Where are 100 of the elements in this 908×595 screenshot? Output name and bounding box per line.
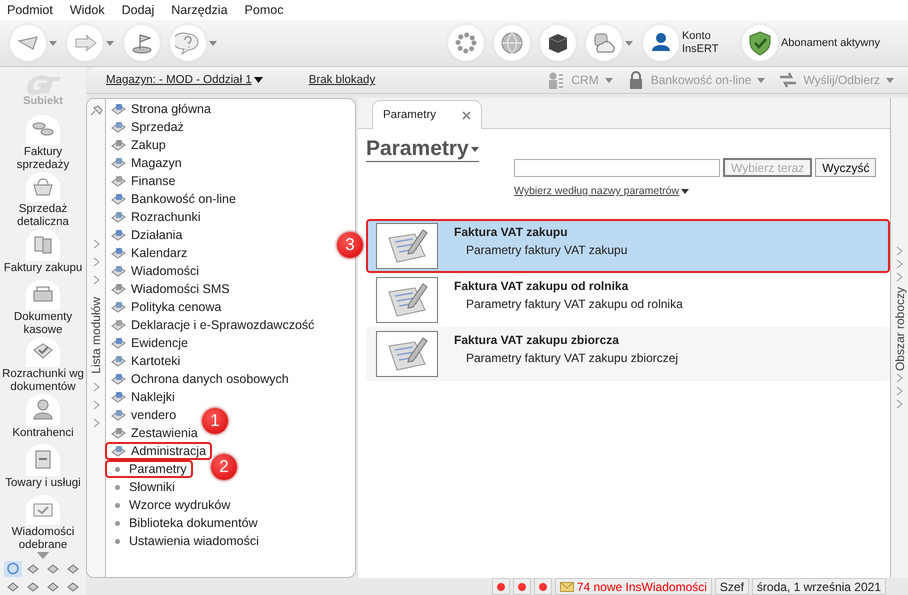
quick-module-button[interactable] (4, 560, 22, 577)
status-light-icon (538, 582, 547, 590)
envelope-icon (560, 582, 574, 592)
chevron-right-icon (92, 418, 100, 428)
module-item[interactable]: Bankowość on-line (105, 190, 242, 208)
menu-item[interactable]: Pomoc (244, 3, 284, 17)
shield-check-icon (748, 30, 772, 56)
module-icon (6, 580, 20, 594)
result-title: Faktura VAT zakupu zbiorcza (454, 333, 620, 347)
search-field[interactable] (514, 158, 720, 176)
module-item[interactable]: Naklejki (105, 388, 181, 406)
subscription-button[interactable] (742, 25, 778, 61)
module-item[interactable]: Zestawienia (105, 424, 204, 442)
sidebar-item[interactable]: Faktury sprzedaży (1, 115, 85, 172)
menu-item[interactable]: Widok (70, 3, 105, 17)
subscription-label[interactable]: Abonament aktywny (780, 36, 880, 50)
chevron-right-icon (92, 382, 100, 392)
module-item[interactable]: Kalendarz (105, 244, 194, 262)
circle-icon (6, 562, 20, 576)
module-subitem[interactable]: Wzorce wydruków (105, 496, 236, 514)
toolbar-button[interactable] (540, 25, 576, 61)
module-icon (110, 335, 126, 351)
bullet-icon (115, 538, 120, 544)
module-icon (110, 227, 126, 243)
panel-title: Lista modułów (89, 297, 103, 374)
caret-icon (757, 78, 766, 82)
person-icon (31, 398, 55, 420)
globe-icon (500, 31, 524, 55)
pin-icon (89, 105, 103, 117)
sidebar-item[interactable]: Dokumenty kasowe (1, 280, 85, 337)
module-icon (110, 389, 126, 405)
toolbar-button[interactable] (124, 25, 160, 61)
account-button[interactable] (642, 25, 679, 61)
caret-icon (470, 146, 479, 152)
module-icon (110, 101, 126, 117)
module-item[interactable]: Rozrachunki (105, 208, 206, 226)
module-item[interactable]: Ochrona danych osobowych (105, 370, 295, 388)
close-icon[interactable] (462, 110, 472, 120)
person-list-icon (547, 70, 566, 90)
result-title: Faktura VAT zakupu (454, 225, 569, 239)
module-icon (46, 562, 60, 576)
messages-status[interactable]: 74 nowe InsWiadomości (554, 578, 712, 595)
caret-icon (106, 40, 114, 46)
chevron-right-icon (896, 398, 903, 409)
module-item[interactable]: vendero (105, 406, 182, 424)
caret-icon (886, 78, 894, 82)
result-description: Parametry faktury VAT zakupu zbiorczej (465, 351, 678, 365)
clear-button[interactable]: Wyczyść (815, 158, 876, 177)
module-item[interactable]: Deklaracje i e-Sprawozdawczość (105, 316, 320, 334)
sidebar-item[interactable]: Faktury zakupu (1, 229, 85, 280)
menu-item[interactable]: Podmiot (7, 3, 53, 17)
caret-icon (49, 40, 57, 46)
module-item[interactable]: Wiadomości (105, 262, 206, 280)
help-icon (175, 31, 201, 55)
result-title: Faktura VAT zakupu od rolnika (454, 279, 630, 293)
module-item[interactable]: Magazyn (105, 154, 188, 172)
module-icon (110, 245, 126, 261)
module-subitem[interactable]: Parametry (105, 460, 193, 478)
lock-link[interactable]: Brak blokady (308, 74, 376, 86)
result-description: Parametry faktury VAT zakupu (465, 243, 628, 257)
module-icon (110, 407, 126, 423)
module-subitem[interactable]: Biblioteka dokumentów (105, 514, 264, 532)
sidebar-item[interactable]: Kontrahenci (1, 394, 85, 444)
module-item[interactable]: Zakup (105, 136, 172, 154)
module-icon (110, 353, 126, 369)
module-item[interactable]: Wiadomości SMS (105, 280, 236, 298)
module-item[interactable]: Ewidencje (105, 334, 194, 352)
warehouse-link[interactable]: Magazyn: - MOD - Oddział 1 (106, 74, 263, 86)
module-subitem[interactable]: Ustawienia wiadomości (105, 532, 265, 550)
menu-item[interactable]: Narzędzia (171, 3, 228, 17)
sidebar-item[interactable]: Sprzedaż detaliczna (1, 172, 85, 229)
module-item[interactable]: Polityka cenowa (105, 298, 228, 316)
module-item[interactable]: Sprzedaż (105, 118, 190, 136)
result-item[interactable]: Faktura VAT zakupu Parametry faktury VAT zakupu (366, 219, 890, 273)
toolbar-button[interactable] (586, 25, 622, 61)
module-icon (110, 155, 126, 171)
sidebar-item[interactable]: Towary i usługi (1, 444, 85, 495)
bullet-icon (115, 520, 120, 526)
status-light-icon (518, 582, 526, 590)
module-icon (26, 562, 40, 576)
status-light-icon (496, 582, 505, 590)
sidebar-item[interactable]: Wiadomości odebrane (1, 494, 85, 552)
menu-item[interactable]: Dodaj (122, 3, 154, 17)
tab[interactable]: Parametry (372, 100, 482, 129)
module-icon (110, 299, 126, 315)
caret-icon (254, 77, 263, 83)
module-item[interactable]: Finanse (105, 172, 182, 190)
module-item[interactable]: Działania (105, 226, 188, 244)
module-subitem[interactable]: Słowniki (105, 478, 181, 496)
filter-link[interactable]: Wybierz według nazwy parametrów (514, 185, 690, 197)
result-item[interactable]: Faktura VAT zakupu zbiorcza Parametry faktury VAT zakupu zbiorczej (366, 327, 890, 381)
page-heading[interactable]: Parametry (366, 137, 479, 162)
module-item[interactable]: Administracja (105, 442, 212, 460)
bullet-icon (115, 502, 120, 508)
module-icon (110, 317, 126, 333)
sidebar-item[interactable]: Rozrachunki wg dokumentów (1, 336, 85, 394)
account-label[interactable]: Konto InsERT (682, 30, 722, 56)
module-item[interactable]: Strona główna (105, 100, 217, 118)
module-icon (110, 173, 126, 189)
module-item[interactable]: Kartoteki (105, 352, 186, 370)
